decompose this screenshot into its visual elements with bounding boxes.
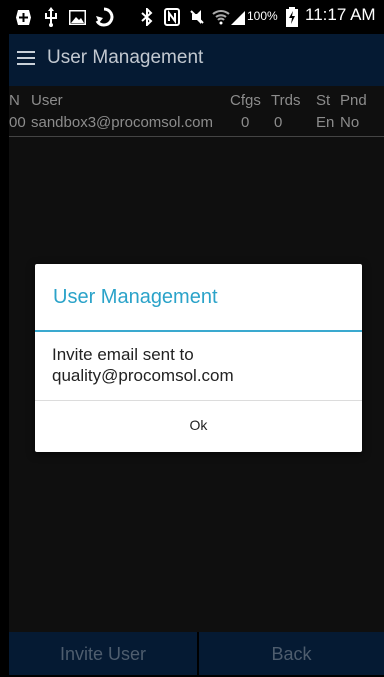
sync-icon [93,6,115,28]
dialog-message-line2: quality@procomsol.com [52,366,234,385]
action-bar: User Management [9,34,384,86]
page-title: User Management [47,47,204,68]
device-frame: 100% 11:17 AM User Management N User Cfg… [0,0,384,677]
dialog-message-line1: Invite email sent to [52,345,194,364]
cell-pnd: No [340,114,360,131]
status-bar: 100% 11:17 AM [9,0,384,34]
nfc-icon [163,6,181,28]
invite-user-button[interactable]: Invite User [9,632,197,675]
invite-sent-dialog: User Management Invite email sent to qua… [35,264,362,452]
cell-st: En [316,114,335,131]
dialog-title-divider [35,330,362,332]
table-header-row: N User Cfgs Trds St Pnd [9,90,384,112]
bottom-bar: Invite User Back [9,632,384,675]
signal-icon [230,6,246,28]
image-icon [67,6,87,28]
column-header-cfgs[interactable]: Cfgs [230,92,261,109]
cell-trds: 0 [274,114,283,131]
ok-button[interactable]: Ok [35,401,362,449]
cell-n: 00 [9,114,26,131]
column-header-trds[interactable]: Trds [271,92,300,109]
cell-user: sandbox3@procomsol.com [31,114,213,131]
battery-percent: 100% [247,9,278,23]
bluetooth-icon [139,6,155,28]
usb-icon [43,6,59,28]
table-row[interactable]: 00 sandbox3@procomsol.com 0 0 En No [9,112,384,134]
cell-cfgs: 0 [241,114,250,131]
dialog-title: User Management [53,286,218,308]
battery-charging-icon [285,6,299,28]
clock: 11:17 AM [305,5,376,24]
mute-icon [187,6,207,28]
back-button[interactable]: Back [199,632,384,675]
row-divider [9,136,384,137]
column-header-user[interactable]: User [31,92,63,109]
column-header-pnd[interactable]: Pnd [340,92,367,109]
column-header-n[interactable]: N [9,92,20,109]
wifi-icon [212,6,230,28]
menu-icon[interactable] [17,51,35,65]
screen: 100% 11:17 AM User Management N User Cfg… [9,0,384,675]
column-header-st[interactable]: St [316,92,330,109]
add-icon [13,6,33,28]
dialog-message: Invite email sent to quality@procomsol.c… [52,344,352,386]
